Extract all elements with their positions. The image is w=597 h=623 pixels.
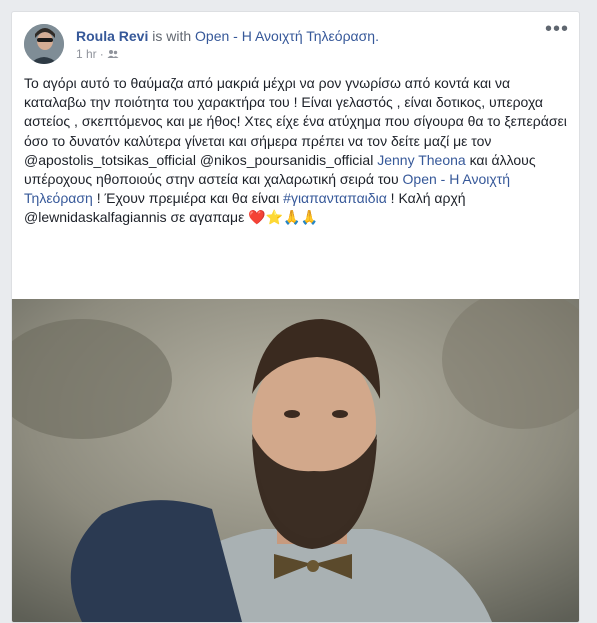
post-meta: 1 hr · — [76, 47, 119, 61]
group-icon[interactable] — [107, 48, 119, 60]
post-photo[interactable] — [12, 299, 579, 622]
post-header: Roula Revi is with Open - Η Ανοιχτή Τηλε… — [24, 19, 569, 68]
post-card: Roula Revi is with Open - Η Ανοιχτή Τηλε… — [11, 11, 580, 623]
hashtag-link[interactable]: #γιαπανταπαιδια — [283, 190, 387, 206]
photo-image — [12, 299, 579, 622]
tagged-page-link[interactable]: Open - Η Ανοιχτή Τηλεόραση. — [195, 28, 379, 44]
meta-separator: · — [99, 47, 104, 61]
avatar-image — [24, 24, 64, 64]
mention-jenny-theona[interactable]: Jenny Theona — [377, 152, 465, 168]
post-text-part3: ! Έχουν πρεμιέρα και θα είναι — [92, 190, 284, 207]
post-time[interactable]: 1 hr — [76, 47, 97, 61]
author-avatar[interactable] — [24, 24, 64, 64]
with-label: is with — [152, 28, 192, 44]
post-title-line: Roula Revi is with Open - Η Ανοιχτή Τηλε… — [76, 27, 379, 45]
post-body: Το αγόρι αυτό το θαύμαζα από μακριά μέχρ… — [24, 74, 570, 228]
emoji-group: ❤️⭐🙏🙏 — [248, 209, 318, 226]
more-options-button[interactable]: ••• — [545, 19, 569, 44]
author-name[interactable]: Roula Revi — [76, 28, 148, 44]
